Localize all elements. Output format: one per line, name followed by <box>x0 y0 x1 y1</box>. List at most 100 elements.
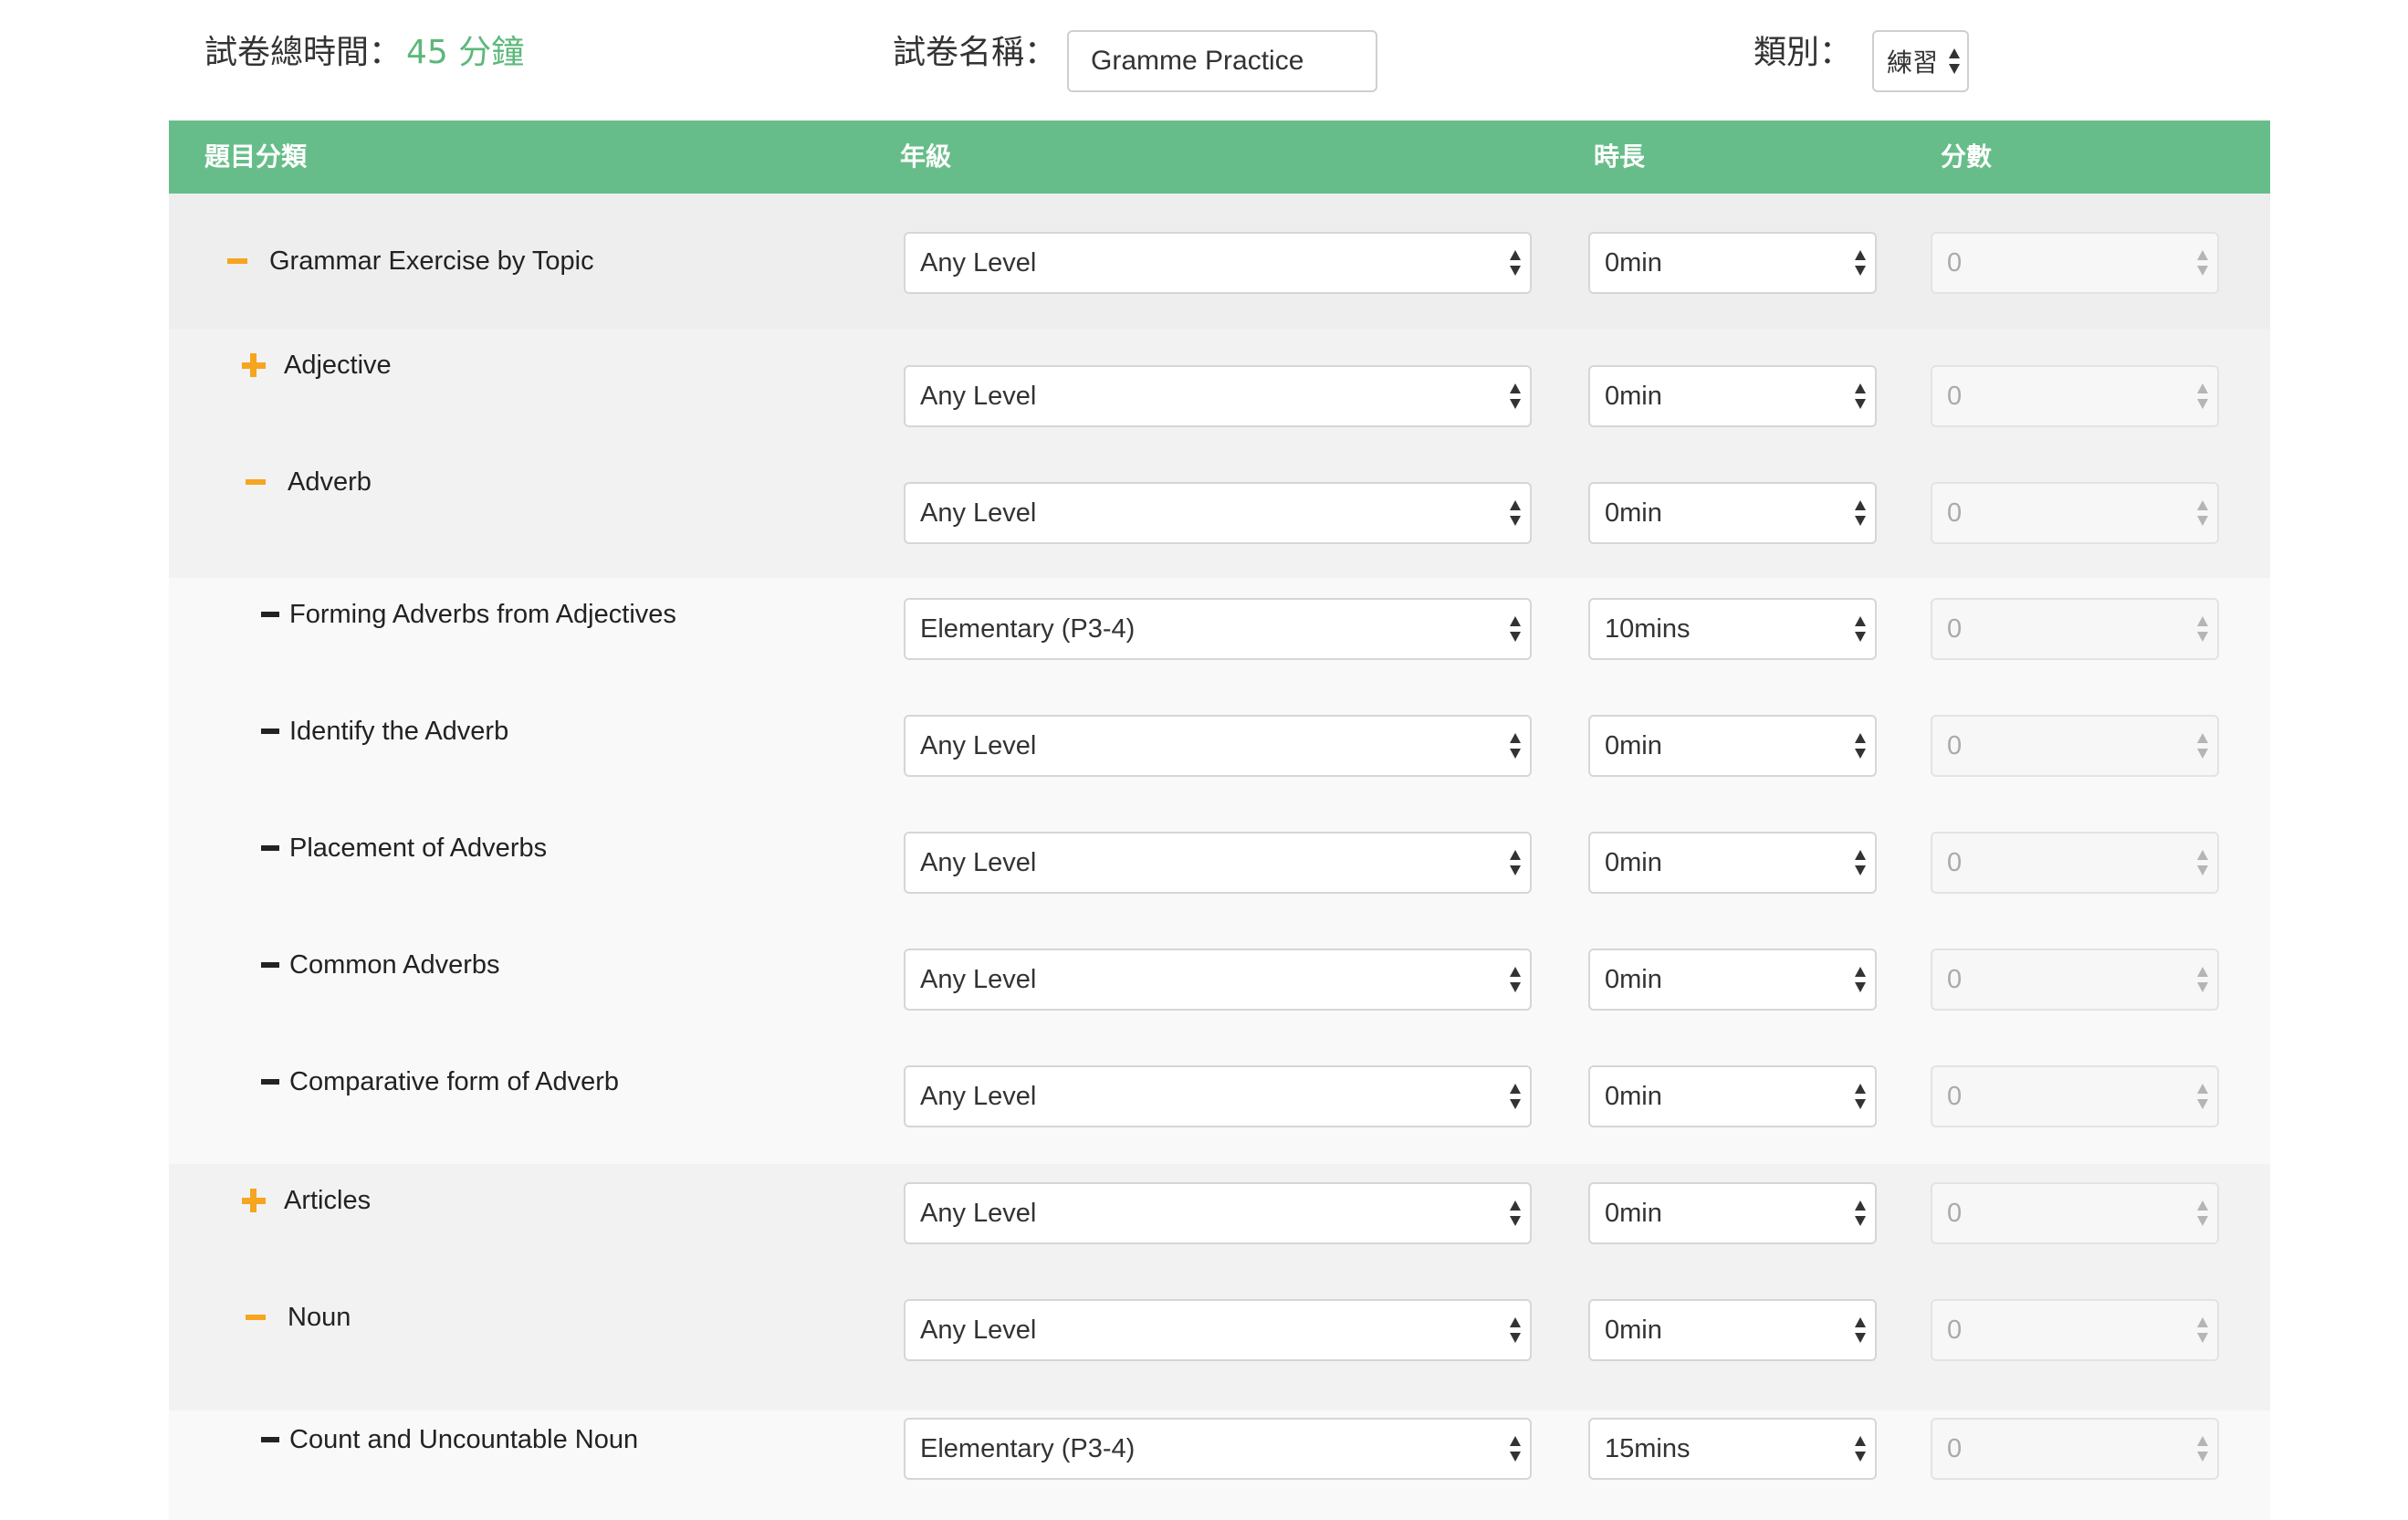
topic-title: Common Adverbs <box>289 949 500 980</box>
topic-title: Placement of Adverbs <box>289 833 548 863</box>
level-value: Any Level <box>920 381 1037 411</box>
leaf-dash-icon <box>261 612 279 617</box>
select-arrows-icon <box>1510 967 1521 992</box>
select-arrows-icon <box>1510 250 1521 276</box>
score-value: 0 <box>1947 381 1963 411</box>
select-arrows-icon <box>1855 616 1866 642</box>
paper-name-input[interactable] <box>1067 30 1377 92</box>
paper-name-label: 試卷名稱： <box>893 34 1058 71</box>
level-value: Any Level <box>920 1198 1037 1228</box>
duration-select[interactable]: 0min <box>1588 365 1877 427</box>
level-select[interactable]: Any Level <box>904 482 1532 544</box>
level-select[interactable]: Any Level <box>904 715 1532 777</box>
expand-icon[interactable] <box>242 353 266 377</box>
select-arrows-icon <box>1855 850 1866 875</box>
table-row: Articles Any Level 0min 0 <box>169 1164 2270 1281</box>
level-select[interactable]: Any Level <box>904 1065 1532 1127</box>
select-arrows-icon <box>1510 733 1521 759</box>
category-label: 類別： <box>1754 34 1853 71</box>
duration-value: 15mins <box>1605 1433 1691 1463</box>
duration-select[interactable]: 0min <box>1588 482 1877 544</box>
score-input: 0 <box>1931 1299 2219 1361</box>
paper-settings-bar: 試卷總時間： 45 分鐘 試卷名稱： 類別： 練習 <box>0 0 2408 119</box>
level-value: Elementary (P3-4) <box>920 613 1136 644</box>
score-input: 0 <box>1931 949 2219 1011</box>
topic-title: Grammar Exercise by Topic <box>269 246 594 276</box>
collapse-icon[interactable] <box>246 1306 267 1328</box>
topic-title: Articles <box>284 1185 372 1215</box>
select-arrows-icon <box>1855 383 1866 409</box>
select-arrows-icon <box>1855 500 1866 526</box>
level-value: Any Level <box>920 1081 1037 1111</box>
topic-title: Adverb <box>288 466 372 497</box>
topic-title: Comparative form of Adverb <box>289 1066 620 1096</box>
expand-icon[interactable] <box>242 1189 266 1212</box>
level-select[interactable]: Any Level <box>904 832 1532 894</box>
table-row: Grammar Exercise by Topic Any Level 0min… <box>169 194 2270 329</box>
duration-value: 0min <box>1605 498 1662 528</box>
level-select[interactable]: Any Level <box>904 1182 1532 1244</box>
duration-value: 0min <box>1605 1315 1662 1345</box>
select-arrows-icon <box>2197 500 2208 526</box>
leaf-dash-icon <box>261 1079 279 1085</box>
level-value: Elementary (P3-4) <box>920 1433 1136 1463</box>
duration-value: 0min <box>1605 1198 1662 1228</box>
category-select[interactable]: 練習 <box>1872 30 1969 92</box>
leaf-dash-icon <box>261 1437 279 1442</box>
duration-select[interactable]: 0min <box>1588 715 1877 777</box>
level-value: Any Level <box>920 498 1037 528</box>
level-select[interactable]: Any Level <box>904 365 1532 427</box>
select-arrows-icon <box>1510 383 1521 409</box>
level-select[interactable]: Elementary (P3-4) <box>904 598 1532 660</box>
table-row: Adjective Any Level 0min 0 <box>169 329 2270 446</box>
level-select[interactable]: Any Level <box>904 232 1532 294</box>
column-header-score: 分數 <box>1941 142 1993 172</box>
duration-select[interactable]: 15mins <box>1588 1418 1877 1480</box>
select-arrows-icon <box>2197 383 2208 409</box>
score-value: 0 <box>1947 1433 1963 1463</box>
select-arrows-icon <box>1855 1084 1866 1109</box>
score-value: 0 <box>1947 1315 1963 1345</box>
select-arrows-icon <box>2197 967 2208 992</box>
duration-value: 0min <box>1605 847 1662 877</box>
select-arrows-icon <box>1510 1200 1521 1226</box>
duration-select[interactable]: 0min <box>1588 1299 1877 1361</box>
topic-title: Adjective <box>284 350 392 380</box>
collapse-icon[interactable] <box>246 471 267 493</box>
duration-select[interactable]: 0min <box>1588 949 1877 1011</box>
select-arrows-icon <box>2197 1436 2208 1462</box>
collapse-icon[interactable] <box>227 250 249 272</box>
select-arrows-icon <box>1510 500 1521 526</box>
score-input: 0 <box>1931 232 2219 294</box>
select-arrows-icon <box>1510 1436 1521 1462</box>
table-row: Comparative form of Adverb Any Level 0mi… <box>169 1045 2270 1164</box>
level-select[interactable]: Any Level <box>904 1299 1532 1361</box>
level-select[interactable]: Any Level <box>904 949 1532 1011</box>
select-arrows-icon <box>2197 850 2208 875</box>
level-value: Any Level <box>920 247 1037 278</box>
duration-value: 0min <box>1605 381 1662 411</box>
score-value: 0 <box>1947 730 1963 760</box>
duration-select[interactable]: 0min <box>1588 832 1877 894</box>
duration-select[interactable]: 10mins <box>1588 598 1877 660</box>
duration-select[interactable]: 0min <box>1588 1065 1877 1127</box>
leaf-dash-icon <box>261 729 279 734</box>
topic-title: Count and Uncountable Noun <box>289 1424 639 1454</box>
table-row: Count and Uncountable Noun Elementary (P… <box>169 1410 2270 1520</box>
level-value: Any Level <box>920 964 1037 994</box>
duration-value: 0min <box>1605 1081 1662 1111</box>
level-select[interactable]: Elementary (P3-4) <box>904 1418 1532 1480</box>
select-arrows-icon <box>1855 1436 1866 1462</box>
score-value: 0 <box>1947 1081 1963 1111</box>
score-input: 0 <box>1931 715 2219 777</box>
score-value: 0 <box>1947 847 1963 877</box>
topic-title: Forming Adverbs from Adjectives <box>289 599 676 629</box>
score-value: 0 <box>1947 498 1963 528</box>
select-arrows-icon <box>2197 1200 2208 1226</box>
duration-select[interactable]: 0min <box>1588 232 1877 294</box>
level-value: Any Level <box>920 847 1037 877</box>
select-arrows-icon <box>1510 1084 1521 1109</box>
select-arrows-icon <box>1855 250 1866 276</box>
duration-select[interactable]: 0min <box>1588 1182 1877 1244</box>
score-input: 0 <box>1931 1418 2219 1480</box>
